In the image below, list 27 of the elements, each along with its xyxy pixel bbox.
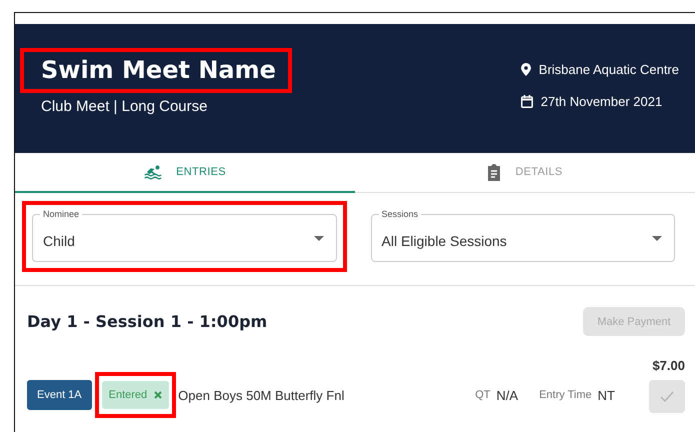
event-price: $7.00	[652, 358, 685, 373]
session-heading: Day 1 - Session 1 - 1:00pm	[27, 312, 268, 331]
qt-label: QT	[475, 389, 490, 401]
tab[interactable]: ENTRIES	[15, 153, 355, 193]
dropdown-caret-icon	[652, 236, 662, 240]
clipboard-icon	[487, 164, 502, 180]
field-value: Child	[43, 232, 75, 249]
entry-time-label: Entry Time	[539, 389, 592, 401]
field-value: All Eligible Sessions	[382, 232, 507, 249]
field-label: Nominee	[40, 209, 82, 219]
close-icon	[154, 391, 162, 399]
event-name: Open Boys 50M Butterfly Fnl	[178, 388, 346, 402]
meet-subtitle: Club Meet | Long Course	[40, 98, 208, 115]
swimmer-icon	[144, 164, 162, 180]
venue-text: Brisbane Aquatic Centre	[538, 62, 679, 77]
location-pin-icon	[520, 63, 531, 76]
dropdown-caret-icon	[314, 236, 324, 240]
calendar-icon	[520, 95, 533, 108]
field-label: Sessions	[378, 209, 422, 219]
event-badge: Event 1A	[27, 380, 92, 410]
date-text: 27th November 2021	[540, 94, 662, 109]
meet-title: Swim Meet Name	[41, 56, 276, 84]
tab[interactable]: DETAILS	[355, 153, 695, 193]
qt-value: N/A	[496, 388, 518, 402]
status-chip[interactable]: Entered	[102, 381, 170, 409]
check-icon	[660, 391, 674, 402]
entry-time-value: NT	[598, 388, 615, 402]
